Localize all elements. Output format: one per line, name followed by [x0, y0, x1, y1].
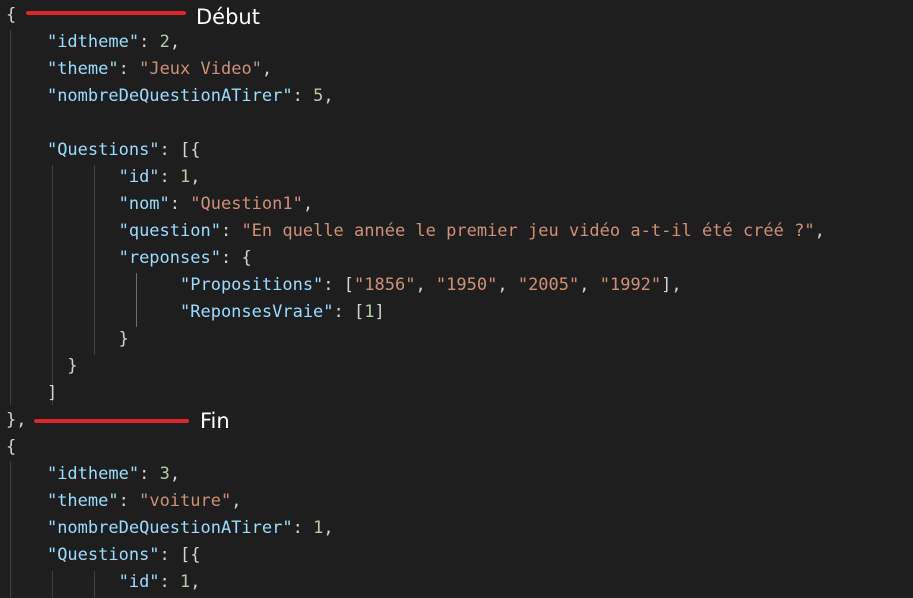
- code-line[interactable]: "Questions": [{: [6, 542, 201, 569]
- code-line[interactable]: {: [6, 2, 16, 29]
- json-key: "Questions": [46, 140, 160, 160]
- code-line[interactable]: "nombreDeQuestionATirer": 1,: [6, 515, 334, 542]
- code-line[interactable]: "idtheme": 2,: [6, 29, 180, 56]
- code-line[interactable]: "theme": "voiture",: [6, 488, 242, 515]
- code-line[interactable]: "nombreDeQuestionATirer": 5,: [6, 83, 334, 110]
- json-string: "2005": [517, 275, 580, 295]
- json-key: "reponses": [118, 248, 221, 268]
- json-key: "id": [118, 572, 160, 592]
- json-string: "1992": [599, 275, 662, 295]
- json-key: "Questions": [46, 545, 160, 565]
- json-string: "voiture": [139, 491, 232, 511]
- json-key: "nombreDeQuestionATirer": [46, 518, 293, 538]
- json-string: "1950": [435, 275, 498, 295]
- json-string: "1856": [354, 275, 416, 295]
- code-line[interactable]: "Propositions": ["1856", "1950", "2005",…: [6, 272, 682, 299]
- code-line[interactable]: "idtheme": 3,: [6, 461, 180, 488]
- json-key: "theme": [46, 59, 119, 79]
- code-line[interactable]: ]: [6, 380, 57, 407]
- code-line[interactable]: "id": 1,: [6, 164, 201, 191]
- brace: {: [6, 5, 17, 25]
- code-line[interactable]: }: [6, 353, 78, 380]
- json-number: 1: [313, 518, 324, 538]
- brace: }: [118, 329, 129, 349]
- json-string: "Jeux Video": [139, 59, 262, 79]
- bracket: [{: [180, 140, 201, 160]
- code-line[interactable]: "ReponsesVraie": [1]: [6, 299, 385, 326]
- code-line[interactable]: "Questions": [{: [6, 137, 201, 164]
- json-key: "theme": [46, 491, 119, 511]
- code-line[interactable]: "theme": "Jeux Video",: [6, 56, 272, 83]
- code-line[interactable]: }: [6, 326, 129, 353]
- json-number: 5: [313, 86, 324, 106]
- json-key: "Propositions": [180, 275, 324, 295]
- brace: }: [67, 356, 78, 376]
- json-key: "ReponsesVraie": [180, 302, 334, 322]
- json-number: 1: [180, 167, 191, 187]
- code-line[interactable]: "nom": "Question1",: [6, 191, 314, 218]
- json-key: "idtheme": [46, 32, 140, 52]
- start-marker-label: Début: [196, 5, 260, 29]
- json-number: 2: [159, 32, 170, 52]
- json-key: "nombreDeQuestionATirer": [46, 86, 293, 106]
- json-key: "question": [118, 221, 221, 241]
- json-key: "id": [118, 167, 160, 187]
- json-key: "idtheme": [46, 464, 140, 484]
- brace: {: [6, 437, 17, 457]
- bracket: ]: [46, 383, 58, 403]
- code-line[interactable]: "reponses": {: [6, 245, 252, 272]
- json-string: "En quelle année le premier jeu vidéo a-…: [241, 221, 815, 241]
- brace: },: [6, 410, 27, 430]
- json-number: 1: [180, 572, 191, 592]
- code-line[interactable]: {: [6, 434, 16, 461]
- code-line[interactable]: },: [6, 407, 26, 434]
- code-editor[interactable]: { Début "idtheme": 2, "theme": "Jeux Vid…: [0, 0, 913, 598]
- json-number: 1: [364, 302, 375, 322]
- json-string: "Question1": [190, 194, 303, 214]
- end-marker-label: Fin: [200, 409, 230, 433]
- code-line[interactable]: "id": 1,: [6, 569, 201, 596]
- brace: {: [241, 248, 252, 268]
- json-number: 3: [159, 464, 170, 484]
- code-line[interactable]: "question": "En quelle année le premier …: [6, 218, 825, 245]
- start-marker-line: [26, 11, 186, 15]
- json-key: "nom": [118, 194, 170, 214]
- bracket: [{: [180, 545, 201, 565]
- end-marker-line: [34, 419, 189, 423]
